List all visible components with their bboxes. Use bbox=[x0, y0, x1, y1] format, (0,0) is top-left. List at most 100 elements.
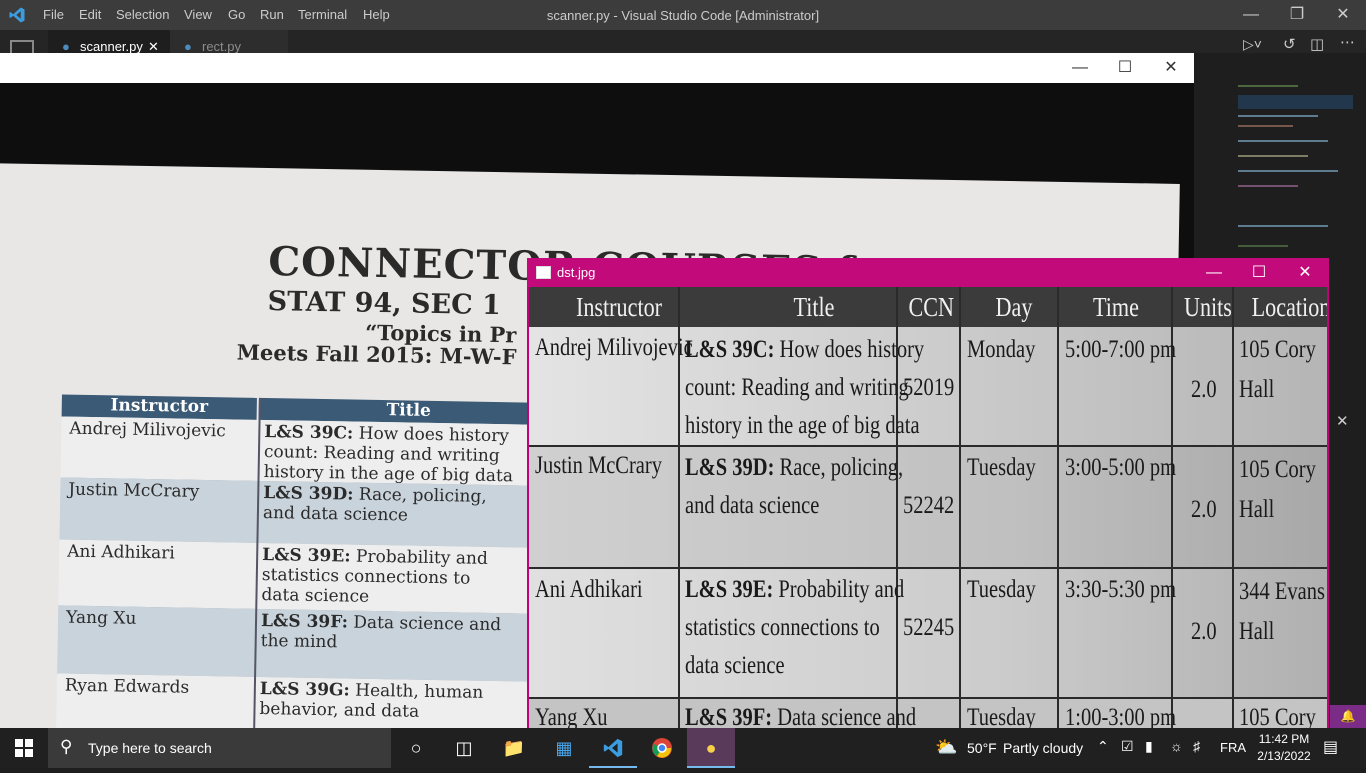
doc-course: STAT 94, SEC 1 bbox=[267, 286, 502, 322]
cell-title-line2: count: Reading and writing bbox=[685, 374, 909, 401]
cell-instructor: Justin McCrary bbox=[535, 452, 662, 479]
cell-ccn: 52245 bbox=[903, 614, 955, 641]
column-divider bbox=[1232, 287, 1234, 728]
dst-header-instructor: Instructor bbox=[575, 292, 663, 322]
cell-title-line2: and data science bbox=[685, 492, 820, 519]
python-taskbar-icon[interactable]: ● bbox=[687, 728, 735, 768]
dst-window-titlebar: dst.jpg — ☐ ✕ bbox=[527, 258, 1329, 287]
clock-date[interactable]: 2/13/2022 bbox=[1250, 749, 1318, 763]
weather-text[interactable]: Partly cloudy bbox=[1003, 740, 1083, 756]
wifi-icon[interactable]: ☼ bbox=[1170, 738, 1183, 754]
cell-location-line1: 105 Cory bbox=[1239, 456, 1316, 483]
dst-header-title: Title bbox=[793, 292, 835, 322]
restore-icon[interactable]: ❐ bbox=[1274, 0, 1320, 30]
minimize-icon[interactable]: — bbox=[1228, 0, 1274, 30]
close-icon[interactable]: ✕ bbox=[1148, 53, 1194, 83]
dst-header-units: Units bbox=[1183, 292, 1232, 322]
cell-code: L&S 39C: bbox=[685, 336, 775, 363]
tab-rect-py[interactable]: ● rect.py bbox=[170, 30, 288, 54]
store-icon[interactable]: ▦ bbox=[540, 728, 588, 768]
cell-time: 3:00-5:00 pm bbox=[1065, 454, 1177, 481]
weather-temp[interactable]: 50°F bbox=[967, 740, 997, 756]
table-row: Ryan Edwards L&S 39G: Health, human beha… bbox=[55, 673, 555, 728]
cell-ccn: 52019 bbox=[903, 374, 955, 401]
minimize-icon[interactable]: — bbox=[1057, 53, 1103, 83]
row-code: L&S 39G: bbox=[259, 678, 350, 701]
cell-title-line1: Probability and bbox=[778, 576, 905, 603]
row-code: L&S 39D: bbox=[263, 482, 354, 505]
dst-header-location: Location bbox=[1251, 292, 1327, 322]
cell-code: L&S 39D: bbox=[685, 454, 775, 481]
history-icon[interactable]: ↺ bbox=[1283, 35, 1296, 53]
cell-units: 2.0 bbox=[1191, 376, 1217, 403]
cell-title-line1: Race, policing, bbox=[779, 454, 904, 481]
cell-instructor: Yang Xu bbox=[535, 704, 608, 728]
file-explorer-icon[interactable]: 📁 bbox=[490, 728, 538, 768]
dst-window-title: dst.jpg bbox=[557, 265, 596, 280]
cell-title-line3: history in the age of big data bbox=[685, 412, 920, 439]
dst-image-window[interactable]: dst.jpg — ☐ ✕ Instructor Title CCN Day T… bbox=[527, 258, 1329, 728]
run-icon[interactable]: ▷˅ bbox=[1243, 36, 1262, 53]
cell-time: 3:30-5:30 pm bbox=[1065, 576, 1177, 603]
cell-title-line1: Data science and bbox=[777, 704, 917, 728]
cell-units: 2.0 bbox=[1191, 618, 1217, 645]
notification-center-icon[interactable]: ▤ bbox=[1323, 737, 1338, 757]
cell-title-line3: data science bbox=[685, 652, 785, 679]
clock-time[interactable]: 11:42 PM bbox=[1255, 732, 1313, 746]
vscode-taskbar-icon[interactable] bbox=[589, 728, 637, 768]
notification-bell-icon[interactable]: 🔔 bbox=[1330, 705, 1366, 728]
windows-logo-icon bbox=[15, 739, 33, 757]
cell-location-line2: Hall bbox=[1239, 618, 1275, 645]
editor-tab-bar: ● scanner.py ✕ ● rect.py ▷˅ ↺ ◫ ⋯ bbox=[0, 30, 1366, 54]
meet-now-icon[interactable]: ☑ bbox=[1121, 738, 1134, 755]
tab-scanner-py[interactable]: ● scanner.py ✕ bbox=[48, 30, 170, 54]
cell-time: 5:00-7:00 pm bbox=[1065, 336, 1177, 363]
row-instructor: Andrej Milivojevic bbox=[69, 418, 226, 442]
maximize-icon[interactable]: ☐ bbox=[1102, 53, 1148, 83]
search-box[interactable]: ⚲ Type here to search bbox=[48, 728, 391, 768]
cortana-icon[interactable]: ○ bbox=[392, 728, 440, 768]
cell-title-line2: statistics connections to bbox=[685, 614, 880, 641]
image-file-icon bbox=[536, 266, 551, 279]
chrome-icon[interactable] bbox=[638, 728, 686, 768]
close-icon[interactable]: ✕ bbox=[1320, 0, 1366, 30]
column-divider bbox=[1057, 287, 1059, 728]
start-button[interactable] bbox=[0, 728, 48, 768]
dst-image: Instructor Title CCN Day Time Units Loca… bbox=[529, 287, 1327, 728]
close-panel-icon[interactable]: ✕ bbox=[1336, 412, 1349, 430]
row-code: L&S 39F: bbox=[260, 610, 349, 633]
doc-meets: Meets Fall 2015: M-W-F bbox=[236, 339, 517, 370]
cell-time: 1:00-3:00 pm bbox=[1065, 704, 1177, 728]
minimize-icon[interactable]: — bbox=[1191, 258, 1237, 287]
table-row: Yang Xu L&S 39F: Data science and the mi… bbox=[57, 605, 556, 684]
row-code: L&S 39E: bbox=[262, 544, 351, 567]
table-row bbox=[529, 699, 1327, 728]
split-editor-icon[interactable]: ◫ bbox=[1310, 35, 1324, 53]
dst-header-row: Instructor Title CCN Day Time Units Loca… bbox=[529, 287, 1327, 327]
vscode-titlebar: File Edit Selection View Go Run Terminal… bbox=[0, 0, 1366, 30]
cell-day: Monday bbox=[967, 336, 1036, 363]
column-divider bbox=[959, 287, 961, 728]
table-row: Justin McCrary L&S 39D: Race, policing, … bbox=[59, 477, 558, 550]
cell-location-line2: Hall bbox=[1239, 496, 1275, 523]
volume-icon[interactable]: ♯ bbox=[1193, 738, 1200, 754]
cell-location-line1: 105 Cory bbox=[1239, 336, 1316, 363]
more-actions-icon[interactable]: ⋯ bbox=[1340, 33, 1355, 51]
row-instructor: Justin McCrary bbox=[68, 479, 200, 502]
weather-icon[interactable]: ⛅ bbox=[935, 737, 957, 758]
maximize-icon[interactable]: ☐ bbox=[1236, 258, 1282, 287]
image-window-titlebar: — ☐ ✕ bbox=[0, 53, 1194, 83]
battery-icon[interactable]: ▮ bbox=[1145, 738, 1153, 755]
task-view-icon[interactable]: ◫ bbox=[440, 728, 488, 768]
cell-code: L&S 39E: bbox=[685, 576, 774, 603]
cell-day: Tuesday bbox=[967, 704, 1036, 728]
explorer-icon[interactable] bbox=[10, 40, 34, 53]
cell-units: 2.0 bbox=[1191, 496, 1217, 523]
chevron-up-icon[interactable]: ⌃ bbox=[1097, 738, 1109, 755]
minimap[interactable] bbox=[1238, 85, 1353, 265]
window-title: scanner.py - Visual Studio Code [Adminis… bbox=[546, 8, 820, 23]
language-indicator[interactable]: FRA bbox=[1220, 740, 1246, 755]
close-icon[interactable]: ✕ bbox=[1282, 258, 1328, 287]
dst-header-time: Time bbox=[1093, 292, 1139, 322]
table-row: Andrej Milivojevic L&S 39C: How does his… bbox=[60, 416, 559, 488]
